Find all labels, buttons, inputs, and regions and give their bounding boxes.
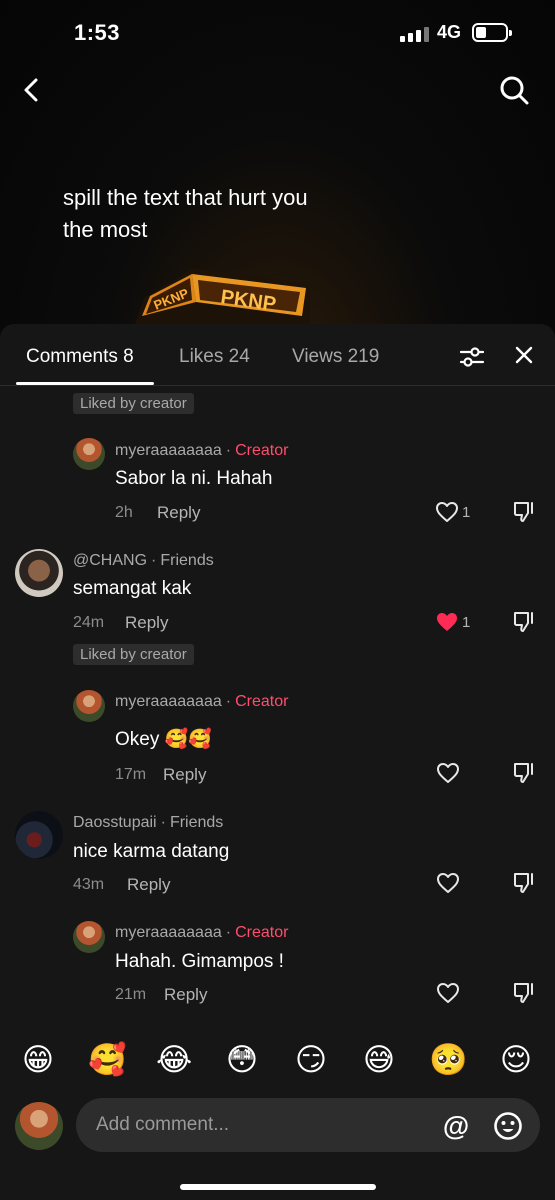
- battery-icon: [472, 23, 512, 42]
- tab-views[interactable]: Views 219: [292, 346, 379, 368]
- my-avatar: [15, 1102, 63, 1150]
- liked-by-creator-badge: Liked by creator: [73, 393, 194, 414]
- search-button[interactable]: [496, 72, 532, 108]
- avatar[interactable]: [15, 549, 63, 597]
- comment-text: Okey 🥰🥰: [115, 729, 212, 750]
- emoji-pleading[interactable]: 🥺: [429, 1042, 468, 1078]
- emoji-tears-of-joy[interactable]: 😂: [156, 1042, 192, 1078]
- like-button[interactable]: [436, 982, 460, 1004]
- dislike-button[interactable]: [512, 610, 536, 634]
- comment-text: Hahah. Gimampos !: [115, 951, 284, 972]
- comment-time: 43m: [73, 876, 105, 893]
- filter-button[interactable]: [458, 344, 486, 370]
- creator-tag: Creator: [235, 924, 289, 941]
- comment-username[interactable]: myeraaaaaaaa: [115, 442, 222, 459]
- dislike-button[interactable]: [512, 871, 536, 895]
- sliders-icon: [459, 347, 485, 367]
- reply-button[interactable]: Reply: [163, 765, 206, 785]
- avatar[interactable]: [73, 921, 105, 953]
- mention-button[interactable]: @: [440, 1110, 472, 1142]
- thumbs-down-icon: [513, 983, 533, 1003]
- comment-username[interactable]: Daosstupaii: [73, 814, 157, 831]
- dislike-button[interactable]: [512, 500, 536, 524]
- comment-text: Sabor la ni. Hahah: [115, 468, 273, 489]
- like-count: 1: [462, 614, 471, 631]
- smile-icon: [494, 1112, 522, 1140]
- heart-outline-icon: [437, 873, 459, 893]
- reply-button[interactable]: Reply: [125, 613, 168, 633]
- comment-text: nice karma datang: [73, 841, 230, 862]
- friends-tag: Friends: [160, 552, 214, 569]
- avatar[interactable]: [73, 438, 105, 470]
- comment-time: 17m: [115, 766, 147, 783]
- comment-meta: myeraaaaaaaa · Creator: [115, 442, 289, 459]
- emoji-grin[interactable]: 😁: [20, 1042, 56, 1078]
- comment-meta: myeraaaaaaaa · Creator: [115, 693, 289, 710]
- dislike-button[interactable]: [512, 761, 536, 785]
- thumbs-down-icon: [513, 612, 533, 632]
- thumbs-down-icon: [513, 873, 533, 893]
- status-time: 1:53: [74, 20, 121, 45]
- emoji-relieved[interactable]: 😌: [498, 1042, 534, 1078]
- heart-outline-icon: [437, 763, 459, 783]
- emoji-flushed[interactable]: 😳: [224, 1042, 260, 1078]
- thumbs-down-icon: [513, 763, 533, 783]
- heart-filled-icon: [437, 613, 457, 631]
- home-indicator[interactable]: [180, 1184, 376, 1190]
- emoji-quick-bar: 😁 🥰 😂 😳 😏 😅 🥺 😌: [0, 1042, 555, 1084]
- comment-text: semangat kak: [73, 578, 192, 599]
- comment-username[interactable]: myeraaaaaaaa: [115, 693, 222, 710]
- emoji-smiling-hearts[interactable]: 🥰: [88, 1042, 127, 1078]
- network-type: 4G: [437, 22, 462, 42]
- back-button[interactable]: [16, 72, 48, 108]
- like-button[interactable]: [435, 611, 459, 633]
- heart-outline-icon: [436, 502, 458, 522]
- cellular-signal-icon: [400, 26, 429, 42]
- comment-meta: @CHANG · Friends: [73, 552, 214, 569]
- creator-tag: Creator: [235, 442, 289, 459]
- heart-outline-icon: [437, 983, 459, 1003]
- avatar[interactable]: [15, 811, 63, 859]
- comment-meta: Daosstupaii · Friends: [73, 814, 224, 831]
- close-button[interactable]: [512, 343, 536, 367]
- tab-comments[interactable]: Comments 8: [26, 346, 134, 368]
- like-count: 1: [462, 504, 471, 521]
- friends-tag: Friends: [169, 814, 224, 831]
- active-tab-indicator: [16, 382, 154, 385]
- comment-time: 24m: [73, 614, 105, 631]
- creator-tag: Creator: [235, 693, 289, 710]
- comment-username[interactable]: @CHANG: [73, 552, 147, 569]
- like-button[interactable]: [436, 872, 460, 894]
- tab-bar: Comments 8 Likes 24 Views 219: [0, 324, 555, 386]
- video-caption: spill the text that hurt you the most: [63, 185, 308, 242]
- comment-input-row: @: [0, 1098, 555, 1154]
- emoji-picker-button[interactable]: [493, 1111, 523, 1141]
- avatar[interactable]: [73, 690, 105, 722]
- chevron-left-icon: [24, 78, 38, 102]
- liked-by-creator-badge: Liked by creator: [73, 644, 194, 665]
- emoji-sweat-smile[interactable]: 😅: [361, 1042, 397, 1078]
- thumbs-down-icon: [513, 502, 533, 522]
- like-button[interactable]: [436, 762, 460, 784]
- comment-time: 21m: [115, 986, 147, 1003]
- search-icon: [500, 76, 529, 105]
- status-bar: 1:53 4G: [0, 0, 555, 66]
- illuminated-sign: PKNP PKNP: [134, 268, 310, 328]
- comment-username[interactable]: myeraaaaaaaa: [115, 924, 222, 941]
- close-icon: [515, 346, 533, 364]
- reply-button[interactable]: Reply: [164, 985, 207, 1005]
- emoji-smirk[interactable]: 😏: [293, 1042, 329, 1078]
- tab-likes[interactable]: Likes 24: [179, 346, 250, 368]
- dislike-button[interactable]: [512, 981, 536, 1005]
- like-button[interactable]: [435, 501, 459, 523]
- reply-button[interactable]: Reply: [127, 875, 170, 895]
- reply-button[interactable]: Reply: [157, 503, 200, 523]
- comment-time: 2h: [115, 504, 133, 521]
- comment-meta: myeraaaaaaaa · Creator: [115, 924, 289, 941]
